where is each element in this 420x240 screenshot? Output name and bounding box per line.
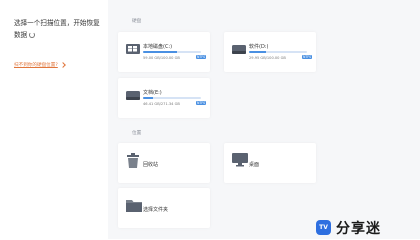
disk-name: 文档(E:) [143, 90, 162, 96]
folder-icon [126, 200, 142, 212]
disk-size: 59.00 GB/100.00 GB [143, 56, 180, 60]
disk-card-e[interactable]: 文档(E:) 46.41 GB/271.34 GB NTFS [118, 78, 210, 118]
disk-usage-bar [143, 97, 201, 99]
drive-icon [232, 45, 246, 54]
disk-name: 软件(D:) [249, 44, 269, 50]
location-card-desktop[interactable]: 桌面 [224, 143, 316, 183]
section-label-disks: 硬盘 [132, 19, 142, 24]
disk-usage-bar [143, 51, 201, 53]
chevron-right-icon [59, 61, 66, 68]
brand-mark: TV [316, 220, 331, 235]
help-link[interactable]: 扫不到你的硬盘位置? [14, 61, 66, 68]
disk-card-d[interactable]: 软件(D:) 29.95 GB/100.00 GB NTFS [224, 32, 316, 72]
filesystem-badge: NTFS [196, 101, 207, 105]
left-panel: 选择一个扫描位置，开始恢复数据 扫不到你的硬盘位置? [0, 0, 108, 239]
location-card-choose-folder[interactable]: 选择文件夹 [118, 188, 210, 228]
windows-drive-icon [126, 44, 140, 54]
monitor-icon [232, 153, 248, 167]
disk-size: 29.95 GB/100.00 GB [249, 56, 286, 60]
location-name: 回收站 [143, 162, 159, 168]
location-name: 桌面 [249, 162, 260, 168]
help-link-text[interactable]: 扫不到你的硬盘位置? [14, 63, 58, 68]
disk-size: 46.41 GB/271.34 GB [143, 102, 180, 106]
filesystem-badge: NTFS [196, 55, 207, 59]
brand-text: 分享迷 [336, 221, 381, 237]
disk-usage-fill [249, 51, 267, 53]
drive-icon [126, 91, 140, 100]
disk-usage-fill [143, 51, 178, 53]
disk-usage-bar [249, 51, 307, 53]
disk-usage-fill [143, 97, 153, 99]
section-label-locations: 位置 [132, 131, 142, 136]
page-title-text: 选择一个扫描位置，开始恢复数据 [14, 19, 100, 39]
refresh-icon[interactable] [29, 32, 36, 38]
disk-card-c[interactable]: 本地磁盘(C:) 59.00 GB/100.00 GB NTFS [118, 32, 210, 72]
brand-logo: TV 分享迷 [316, 220, 416, 239]
disk-name: 本地磁盘(C:) [143, 44, 173, 50]
location-name: 选择文件夹 [143, 207, 169, 213]
filesystem-badge: NTFS [302, 55, 313, 59]
page-title: 选择一个扫描位置，开始恢复数据 [14, 17, 106, 41]
scan-area: 硬盘 本地磁盘(C:) 59.00 GB/100.00 GB NTFS 软件(D… [108, 0, 420, 239]
location-card-recycle-bin[interactable]: 回收站 [118, 143, 210, 183]
recycle-bin-icon [127, 153, 139, 168]
